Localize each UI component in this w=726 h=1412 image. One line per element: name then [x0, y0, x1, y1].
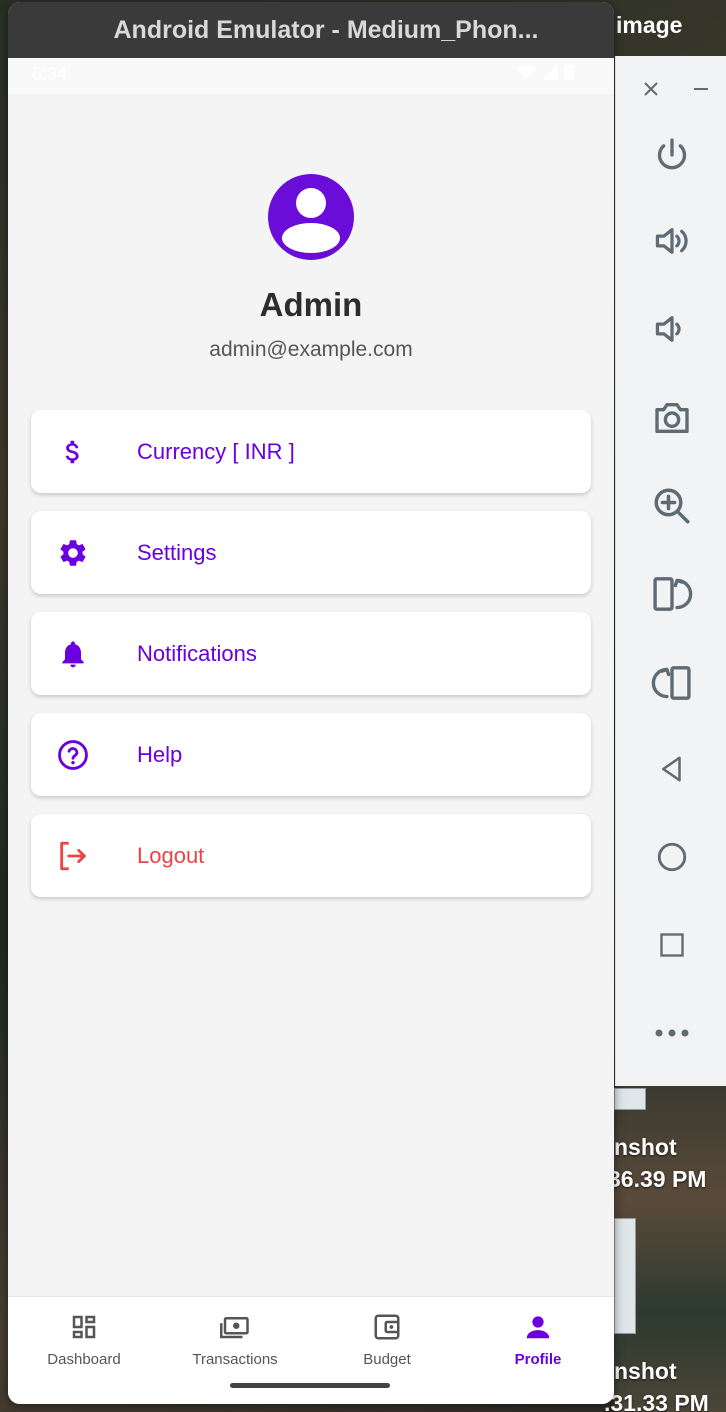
user-name: Admin [259, 286, 363, 323]
desktop-file-label: 36.39 PM [608, 1166, 707, 1192]
profile-menu: Currency [ INR ] Settings Notifications … [8, 410, 614, 897]
bottom-navigation: Dashboard Transactions Budget Profile [8, 1296, 614, 1404]
logout-icon [55, 838, 91, 874]
status-time: 6:34 [32, 64, 68, 84]
avatar [268, 174, 354, 260]
gear-icon [55, 535, 91, 571]
status-icons [516, 64, 574, 85]
settings-label: Settings [137, 539, 217, 565]
overview-icon[interactable] [616, 920, 726, 970]
settings-menu-item[interactable]: Settings [31, 511, 591, 594]
power-icon[interactable] [616, 130, 726, 180]
help-circle-icon [55, 737, 91, 773]
notifications-label: Notifications [137, 640, 257, 666]
close-icon[interactable] [636, 74, 666, 104]
window-title: Android Emulator - Medium_Phon... [113, 15, 539, 44]
background-window-title: image [616, 12, 683, 38]
wifi-icon [516, 64, 536, 85]
dashboard-icon [19, 1311, 149, 1343]
camera-icon[interactable] [616, 393, 726, 443]
desktop-file-thumbnail[interactable] [614, 1218, 636, 1334]
nav-transactions-label: Transactions [192, 1351, 278, 1368]
logout-label: Logout [137, 842, 205, 868]
emulator-window: Android Emulator - Medium_Phon... 6:34 A… [8, 2, 614, 1404]
nav-dashboard-label: Dashboard [47, 1351, 121, 1368]
bell-icon [55, 636, 91, 672]
android-status-bar: 6:34 [8, 58, 614, 94]
help-label: Help [137, 741, 183, 767]
profile-header: Admin admin@example.com [8, 94, 614, 362]
desktop-file-label: nshot [614, 1358, 677, 1384]
minimize-icon[interactable] [686, 74, 716, 104]
notifications-menu-item[interactable]: Notifications [31, 612, 591, 695]
currency-menu-item[interactable]: Currency [ INR ] [31, 410, 591, 493]
nav-transactions[interactable]: Transactions [170, 1311, 300, 1368]
logout-menu-item[interactable]: Logout [31, 814, 591, 897]
more-icon[interactable] [616, 1008, 726, 1058]
volume-down-icon[interactable] [616, 304, 726, 354]
user-email: admin@example.com [209, 338, 413, 361]
battery-icon [564, 64, 574, 85]
desktop-background: nshot 36.39 PM nshot .31.33 PM [604, 1086, 726, 1412]
desktop-file-label: .31.33 PM [604, 1390, 709, 1412]
person-icon [473, 1311, 603, 1343]
nav-profile[interactable]: Profile [473, 1311, 603, 1368]
rotate-left-icon[interactable] [616, 658, 726, 708]
nav-budget[interactable]: Budget [322, 1311, 452, 1368]
nav-budget-label: Budget [363, 1351, 411, 1368]
currency-label: Currency [ INR ] [137, 438, 295, 464]
home-icon[interactable] [616, 832, 726, 882]
money-icon [170, 1311, 300, 1343]
home-indicator[interactable] [230, 1383, 390, 1388]
emulator-toolbar [615, 56, 726, 1086]
nav-dashboard[interactable]: Dashboard [19, 1311, 149, 1368]
desktop-file-thumbnail[interactable] [614, 1088, 646, 1110]
wallet-icon [322, 1311, 452, 1343]
zoom-icon[interactable] [616, 481, 726, 531]
signal-icon [542, 64, 558, 85]
rotate-right-icon[interactable] [616, 569, 726, 619]
volume-up-icon[interactable] [616, 216, 726, 266]
help-menu-item[interactable]: Help [31, 713, 591, 796]
desktop-file-label: nshot [614, 1134, 677, 1160]
nav-profile-label: Profile [514, 1351, 562, 1368]
window-title-bar[interactable]: Android Emulator - Medium_Phon... [8, 2, 614, 58]
dollar-icon [55, 434, 91, 470]
back-icon[interactable] [616, 744, 726, 794]
